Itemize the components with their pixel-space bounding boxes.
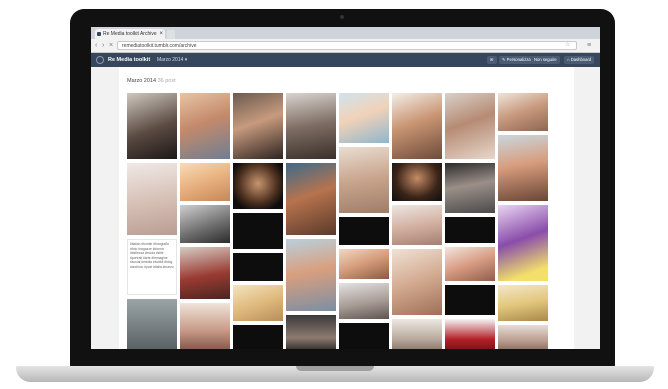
photo-tile[interactable] xyxy=(339,283,389,319)
photo-tile[interactable] xyxy=(180,93,230,159)
photo-tile[interactable] xyxy=(392,205,442,245)
photo-tile[interactable] xyxy=(445,319,495,349)
blog-avatar-icon[interactable] xyxy=(96,56,104,64)
blog-title[interactable]: Re Media toolkit xyxy=(108,53,150,67)
photo-tile[interactable] xyxy=(445,93,495,159)
photo-tile[interactable] xyxy=(127,93,177,159)
forward-arrow-icon[interactable]: › xyxy=(102,41,104,50)
bookmark-star-icon[interactable]: ☆ xyxy=(565,41,570,50)
month-heading: Marzo 2014 36 post xyxy=(127,78,176,84)
photo-tile[interactable] xyxy=(339,147,389,213)
dashboard-button[interactable]: ⌂ Dashboard xyxy=(564,56,595,64)
photo-tile[interactable] xyxy=(127,163,177,235)
archive-grid: #italian #tumblr #fotografia #foto #raga… xyxy=(127,93,567,349)
unfollow-button[interactable]: Non seguire xyxy=(531,56,560,64)
new-tab-button[interactable] xyxy=(167,30,175,39)
photo-tile[interactable] xyxy=(233,285,283,321)
photo-tile[interactable] xyxy=(180,303,230,349)
post-count: 36 post xyxy=(157,78,176,84)
photo-tile[interactable] xyxy=(233,93,283,159)
tab-title: Re Media toolkit Archive xyxy=(103,31,157,37)
address-bar-row: ‹ › × remediatoolkit.tumblr.com/archive … xyxy=(91,39,600,53)
photo-tile[interactable] xyxy=(286,315,336,349)
tab-strip: Re Media toolkit Archive × xyxy=(91,27,600,39)
photo-tile[interactable] xyxy=(286,93,336,159)
browser-window: Re Media toolkit Archive × ‹ › × remedia… xyxy=(91,27,600,349)
photo-tile[interactable] xyxy=(392,249,442,315)
photo-tile[interactable] xyxy=(286,239,336,311)
customize-button[interactable]: ✎ Personalizza xyxy=(499,56,534,64)
photo-tile[interactable] xyxy=(339,249,389,279)
photo-tile[interactable] xyxy=(498,325,548,349)
month-label: Marzo 2014 xyxy=(127,78,157,84)
webcam xyxy=(340,15,344,19)
archive-content: Marzo 2014 36 post #italian #tumblr #fot… xyxy=(119,67,574,349)
photo-tile[interactable] xyxy=(286,163,336,235)
photo-tile[interactable] xyxy=(127,299,177,349)
photo-tile[interactable] xyxy=(445,247,495,281)
message-button[interactable]: ✉ xyxy=(487,56,497,64)
photo-tile[interactable] xyxy=(339,217,389,245)
browser-menu-icon[interactable]: ≡ xyxy=(587,41,591,50)
photo-tile[interactable] xyxy=(339,93,389,143)
tumblr-header: Re Media toolkit Marzo 2014 ▾ ✉ ✎ Person… xyxy=(91,53,600,67)
photo-tile[interactable] xyxy=(180,205,230,243)
photo-tile[interactable] xyxy=(233,163,283,209)
close-tab-icon[interactable]: × xyxy=(159,29,163,39)
photo-tile[interactable] xyxy=(498,93,548,131)
photo-tile[interactable] xyxy=(498,205,548,281)
photo-tile[interactable] xyxy=(445,285,495,315)
photo-tile[interactable] xyxy=(445,217,495,243)
laptop-notch xyxy=(296,366,374,371)
tumblr-favicon-icon xyxy=(97,32,101,36)
photo-tile[interactable] xyxy=(498,135,548,201)
photo-tile[interactable] xyxy=(498,285,548,321)
month-selector[interactable]: Marzo 2014 ▾ xyxy=(157,53,187,67)
url-input[interactable]: remediatoolkit.tumblr.com/archive xyxy=(117,41,577,50)
reload-icon[interactable]: × xyxy=(109,41,113,50)
photo-tile[interactable] xyxy=(180,163,230,201)
photo-tile[interactable] xyxy=(233,325,283,349)
photo-tile[interactable] xyxy=(233,213,283,249)
browser-tab-active[interactable]: Re Media toolkit Archive × xyxy=(95,29,165,39)
photo-tile[interactable] xyxy=(233,253,283,281)
photo-tile[interactable] xyxy=(392,319,442,349)
photo-tile[interactable] xyxy=(180,247,230,299)
photo-tile[interactable] xyxy=(392,163,442,201)
photo-tile[interactable] xyxy=(392,93,442,159)
back-arrow-icon[interactable]: ‹ xyxy=(95,41,97,50)
photo-tile[interactable] xyxy=(445,163,495,213)
text-post-tile[interactable]: #italian #tumblr #fotografia #foto #raga… xyxy=(127,239,177,295)
laptop-mockup: Re Media toolkit Archive × ‹ › × remedia… xyxy=(0,0,668,389)
photo-tile[interactable] xyxy=(339,323,389,349)
